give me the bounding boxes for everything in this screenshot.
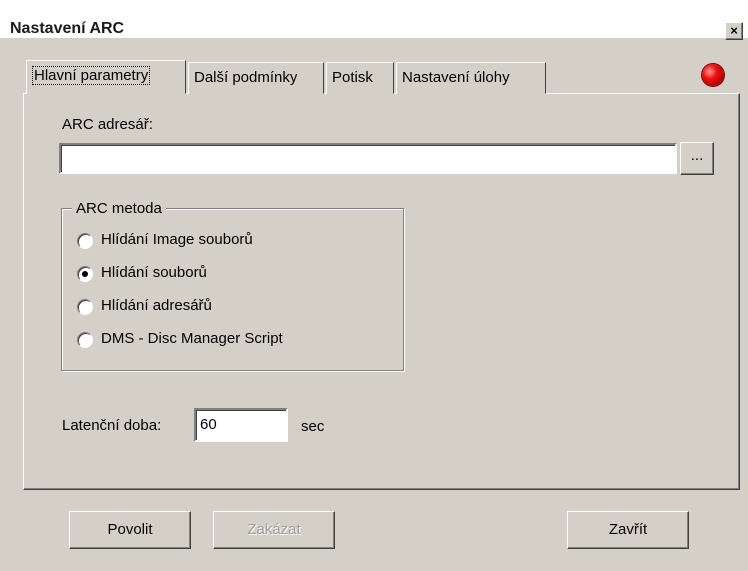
- close-dialog-button[interactable]: Zavřít: [567, 511, 689, 549]
- tab-print[interactable]: Potisk: [326, 62, 394, 94]
- tab-label: Další podmínky: [194, 69, 298, 86]
- browse-button[interactable]: ...: [680, 142, 714, 175]
- tab-task-settings[interactable]: Nastavení úlohy: [396, 62, 546, 94]
- disable-button[interactable]: Zakázat: [213, 511, 335, 549]
- radio-label: Hlídání Image souborů: [101, 231, 253, 248]
- arc-directory-label: ARC adresář:: [62, 116, 153, 133]
- radio-button-checked-icon[interactable]: [77, 266, 93, 282]
- arc-directory-input[interactable]: [59, 143, 677, 174]
- radio-button-icon[interactable]: [77, 299, 93, 315]
- tab-other-conditions[interactable]: Další podmínky: [188, 62, 324, 94]
- radio-label: DMS - Disc Manager Script: [101, 330, 283, 347]
- radio-label: Hlídání adresářů: [101, 297, 212, 314]
- radio-label: Hlídání souborů: [101, 264, 207, 281]
- tab-label: Hlavní parametry: [32, 66, 151, 85]
- radio-button-icon[interactable]: [77, 332, 93, 348]
- red-led-icon: [702, 64, 724, 86]
- enable-button[interactable]: Povolit: [69, 511, 191, 549]
- latency-input[interactable]: 60: [194, 408, 288, 442]
- tab-main-parameters[interactable]: Hlavní parametry: [26, 60, 186, 94]
- close-button[interactable]: ×: [725, 22, 743, 40]
- radio-button-icon[interactable]: [77, 233, 93, 249]
- arc-method-legend: ARC metoda: [72, 200, 166, 217]
- window-title: Nastavení ARC: [10, 20, 125, 37]
- latency-unit: sec: [301, 418, 325, 435]
- tab-label: Potisk: [332, 69, 373, 86]
- latency-label: Latenční doba:: [62, 417, 162, 434]
- title-bar: Nastavení ARC ×: [0, 0, 748, 40]
- tab-label: Nastavení úlohy: [402, 69, 510, 86]
